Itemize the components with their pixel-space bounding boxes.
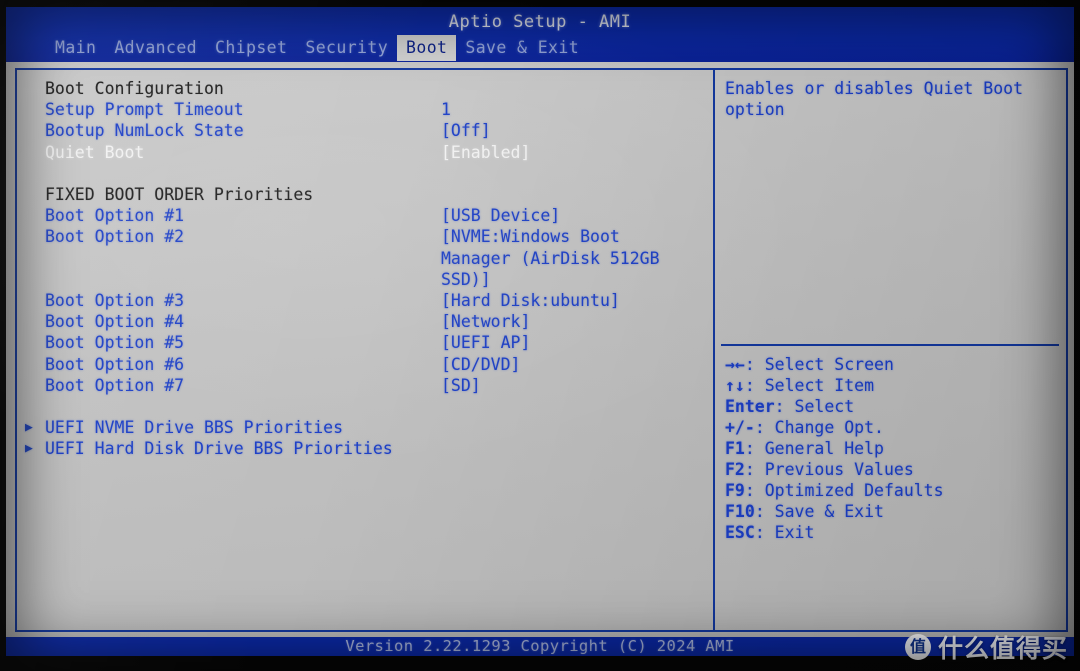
option-row[interactable]: ▶ UEFI Hard Disk Drive BBS Priorities [17,438,707,459]
option-row[interactable]: Setup Prompt Timeout 1 [17,99,707,120]
tab-advanced[interactable]: Advanced [105,35,206,61]
legend-action: : Optimized Defaults [744,481,944,500]
legend-item: +/-: Change Opt. [725,417,1061,438]
option-value[interactable]: [USB Device] [441,205,560,226]
option-value[interactable]: [SD] [441,375,481,396]
option-row[interactable]: Boot Option #3 [Hard Disk:ubuntu] [17,290,707,311]
legend-key: +/- [725,418,755,437]
option-row[interactable]: Boot Option #4 [Network] [17,311,707,332]
option-label: Boot Option #4 [45,312,185,332]
legend-item: ↑↓: Select Item [725,375,1061,396]
option-label: UEFI NVME Drive BBS Priorities [45,418,344,438]
title-and-menu-bar: Aptio Setup - AMI Main Advanced Chipset Sec… [6,7,1074,62]
bios-screen-photo: Aptio Setup - AMI Main Advanced Chipset Sec… [0,0,1080,671]
option-value[interactable]: [CD/DVD] [441,354,520,375]
option-row: Boot Configuration [17,78,707,99]
legend-action: : Exit [754,523,815,542]
smzdm-watermark-text: 什么值得买 [937,634,1068,663]
help-description: Enables or disables Quiet Boot option [725,79,1024,119]
tab-main[interactable]: Main [46,35,105,61]
option-value[interactable]: SSD)] [441,269,491,290]
option-row[interactable]: ▶ UEFI NVME Drive BBS Priorities [17,417,707,438]
option-row[interactable]: Boot Option #6 [CD/DVD] [17,354,707,375]
option-label: Boot Option #6 [45,354,185,374]
option-row[interactable]: SSD)] [17,269,707,290]
submenu-arrow-icon: ▶ [25,420,33,436]
legend-action: : Select Screen [744,355,894,374]
option-row[interactable]: Boot Option #2 [NVME:Windows Boot [17,226,707,247]
option-value[interactable]: [Hard Disk:ubuntu] [441,290,620,311]
legend-action: : General Help [744,439,884,458]
legend-key: F2 [725,460,745,479]
key-legend-list: →←: Select Screen ↑↓: Select Item Enter: S… [725,354,1061,543]
option-value[interactable]: [UEFI AP] [441,332,530,353]
option-value[interactable]: [Enabled] [441,142,530,163]
legend-key: F1 [725,439,745,458]
tab-security[interactable]: Security [296,35,397,61]
legend-action: : Save & Exit [754,502,884,521]
legend-item: F1: General Help [725,438,1061,459]
legend-action: : Select Item [744,376,875,395]
setup-body: Boot Configuration Setup Prompt Timeout 1 B… [6,62,1074,637]
option-value[interactable]: 1 [441,99,451,120]
option-label: Boot Option #1 [45,206,185,226]
legend-key: ESC [725,523,755,542]
option-value[interactable]: [Off] [441,120,491,141]
option-row[interactable]: Manager (AirDisk 512GB [17,248,707,269]
option-label: Boot Configuration [45,79,224,98]
option-label: Boot Option #5 [45,333,185,353]
legend-item: ESC: Exit [725,522,1061,543]
option-row[interactable]: Boot Option #1 [USB Device] [17,205,707,226]
smzdm-logo-icon: 值 [904,634,931,660]
legend-key: →← [725,355,745,374]
tab-boot[interactable]: Boot [397,35,457,61]
legend-action: : Select [774,397,855,416]
tab-chipset[interactable]: Chipset [206,35,296,61]
smzdm-watermark: 值 什么值得买 [904,629,1068,665]
option-row: FIXED BOOT ORDER Priorities [17,184,707,205]
legend-item: →←: Select Screen [725,354,1061,375]
option-row[interactable]: Quiet Boot [Enabled] [17,142,707,163]
main-options-panel: Boot Configuration Setup Prompt Timeout 1 B… [15,68,715,632]
legend-item: F9: Optimized Defaults [725,480,1061,501]
help-divider [721,344,1059,346]
spacer-row [17,396,707,417]
submenu-arrow-icon: ▶ [25,441,33,457]
option-label: UEFI Hard Disk Drive BBS Priorities [45,439,393,459]
option-label: Quiet Boot [45,142,145,162]
menu-bar[interactable]: Main Advanced Chipset Security Boot Save & Ex… [46,35,588,62]
option-row[interactable]: Boot Option #5 [UEFI AP] [17,332,707,353]
boot-options-list[interactable]: Boot Configuration Setup Prompt Timeout 1 B… [17,70,715,630]
option-label: Bootup NumLock State [45,121,244,141]
option-value[interactable]: Manager (AirDisk 512GB [441,248,660,269]
page-title: Aptio Setup - AMI [448,12,632,32]
option-label: FIXED BOOT ORDER Priorities [45,185,314,204]
option-label: Boot Option #3 [45,291,185,310]
option-label: Setup Prompt Timeout [45,100,244,120]
legend-item: F2: Previous Values [725,459,1061,480]
option-label: Boot Option #2 [45,227,185,247]
tab-save-exit[interactable]: Save & Exit [456,35,588,61]
spacer-row [17,163,707,184]
bios-setup-utility: Aptio Setup - AMI Main Advanced Chipset Sec… [6,7,1074,656]
legend-key: F10 [725,502,755,521]
legend-action: : Previous Values [744,460,914,479]
option-value[interactable]: [NVME:Windows Boot [441,226,620,247]
legend-key: F9 [725,481,745,500]
option-row[interactable]: Bootup NumLock State [Off] [17,120,707,141]
legend-key: ↑↓ [725,376,745,395]
legend-key: Enter [725,397,775,416]
help-panel: Enables or disables Quiet Boot option →←… [713,68,1068,632]
legend-item: F10: Save & Exit [725,501,1061,522]
option-row[interactable]: Boot Option #7 [SD] [17,375,707,396]
option-label: Boot Option #7 [45,375,185,395]
legend-action: : Change Opt. [754,418,884,437]
option-value[interactable]: [Network] [441,311,530,332]
legend-item: Enter: Select [725,396,1061,417]
